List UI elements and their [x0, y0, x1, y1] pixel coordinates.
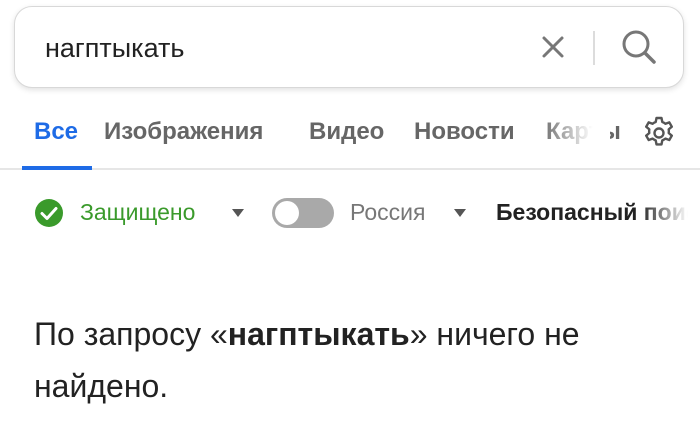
filters-bar: Защищено Россия Безопасный поиск: [0, 190, 700, 236]
tab-news-label: Новости: [414, 118, 515, 145]
tab-maps-label: Карты: [546, 118, 621, 145]
tab-video[interactable]: Видео: [309, 118, 384, 146]
search-input[interactable]: [45, 29, 515, 67]
settings-button[interactable]: [640, 114, 678, 152]
tab-maps[interactable]: Карты: [546, 118, 621, 146]
toggle-knob: [275, 201, 299, 225]
active-tab-indicator: [22, 166, 92, 170]
tab-news[interactable]: Новости: [414, 118, 515, 146]
message-prefix: По запросу «: [34, 316, 228, 352]
region-dropdown[interactable]: Россия: [350, 199, 425, 226]
check-circle-icon: [34, 198, 64, 228]
tab-images-label: Изображения: [104, 118, 264, 145]
search-icon: [622, 30, 656, 64]
search-bar: [14, 6, 684, 88]
message-query: нагптыкать: [227, 316, 410, 352]
tab-all[interactable]: Все: [34, 118, 78, 146]
search-tabs: Все Изображения Видео Новости Карты: [0, 100, 700, 170]
gear-icon: [645, 116, 673, 146]
search-button[interactable]: [617, 25, 661, 69]
search-results-page: Все Изображения Видео Новости Карты: [0, 0, 700, 424]
protection-dropdown[interactable]: Защищено: [80, 199, 195, 226]
tab-video-label: Видео: [309, 118, 385, 145]
tab-images[interactable]: Изображения: [104, 118, 263, 146]
search-divider: [593, 31, 595, 65]
chevron-down-icon: [454, 209, 466, 217]
chevron-down-icon: [232, 209, 244, 217]
tab-all-label: Все: [34, 118, 79, 145]
close-icon: [542, 36, 564, 58]
no-results-message: По запросу «нагптыкать» ничего не найден…: [34, 308, 674, 412]
region-toggle[interactable]: [272, 198, 334, 228]
clear-search-button[interactable]: [535, 29, 571, 65]
safesearch-dropdown[interactable]: Безопасный поиск: [496, 199, 700, 226]
